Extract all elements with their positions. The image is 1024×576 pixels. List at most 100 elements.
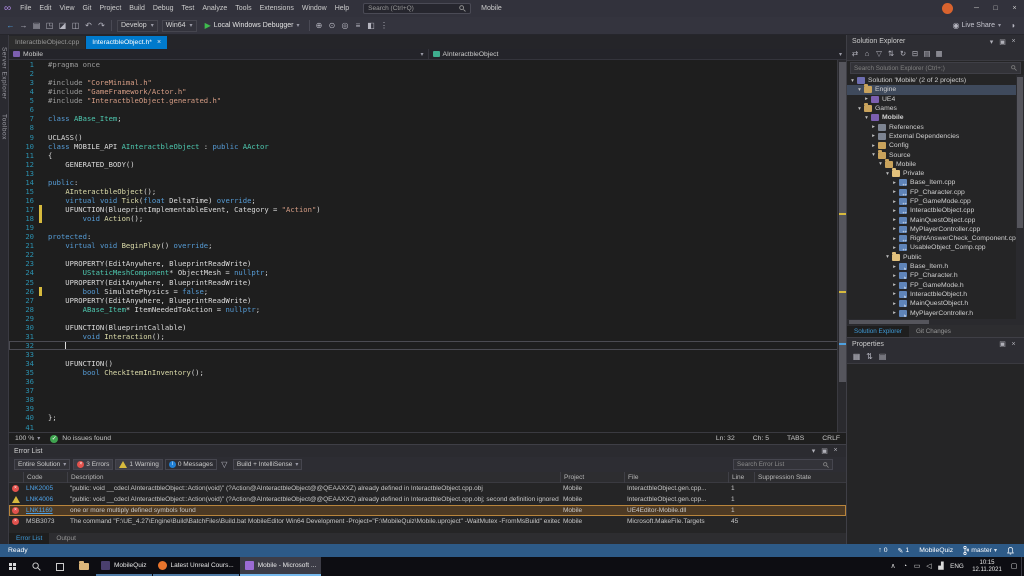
menu-tools[interactable]: Tools: [231, 0, 255, 17]
close-icon[interactable]: ×: [830, 447, 841, 455]
tool-tab-git-changes[interactable]: Git Changes: [909, 326, 958, 337]
code-line[interactable]: 6: [9, 105, 846, 114]
quick-search-box[interactable]: Search (Ctrl+Q): [363, 3, 471, 14]
close-button[interactable]: ×: [1005, 0, 1024, 17]
tool-tab-output[interactable]: Output: [49, 533, 83, 544]
source-dropdown[interactable]: Build + IntelliSense ▾: [233, 459, 302, 470]
menu-window[interactable]: Window: [298, 0, 331, 17]
tree-item-mobile[interactable]: ▾Mobile: [847, 113, 1024, 122]
tree-item-fp-character-cpp[interactable]: ▸FP_Character.cpp: [847, 188, 1024, 197]
filter-icon[interactable]: ▽: [218, 456, 231, 473]
code-line[interactable]: 36: [9, 377, 846, 386]
minimize-button[interactable]: ─: [967, 0, 986, 17]
code-line[interactable]: 23 UPROPERTY(EditAnywhere, BlueprintRead…: [9, 259, 846, 268]
expand-icon[interactable]: ▸: [891, 310, 898, 316]
code-line[interactable]: 19: [9, 223, 846, 232]
code-line[interactable]: 39: [9, 404, 846, 413]
menu-view[interactable]: View: [55, 0, 78, 17]
zoom-dropdown[interactable]: 100 % ▾: [15, 435, 40, 442]
live-share-button[interactable]: ◉ Live Share ▾: [951, 17, 1001, 34]
code-line[interactable]: 17 UFUNCTION(BlueprintImplementableEvent…: [9, 205, 846, 214]
action-center-button[interactable]: ▢: [1007, 557, 1021, 576]
document-tab-interactbleobject-h[interactable]: InteractbleObject.h*×: [86, 36, 167, 49]
close-icon[interactable]: ×: [157, 39, 161, 46]
expand-icon[interactable]: ▸: [870, 133, 877, 139]
error-row[interactable]: LNK4006"public: void __cdecl AInteractbl…: [9, 494, 846, 505]
expand-icon[interactable]: ▸: [891, 236, 898, 242]
expand-icon[interactable]: ▸: [891, 245, 898, 251]
code-line[interactable]: 15 AInteractbleObject();: [9, 187, 846, 196]
expand-icon[interactable]: ▸: [891, 282, 898, 288]
code-line[interactable]: 18 void Action();: [9, 214, 846, 223]
menu-git[interactable]: Git: [79, 0, 96, 17]
document-health-label[interactable]: No issues found: [62, 435, 111, 442]
menu-test[interactable]: Test: [178, 0, 199, 17]
tree-item-references[interactable]: ▸References: [847, 122, 1024, 131]
menu-edit[interactable]: Edit: [35, 0, 55, 17]
document-tab-interactbleobject-cpp[interactable]: InteractbleObject.cpp: [9, 36, 85, 49]
menu-file[interactable]: File: [16, 0, 35, 17]
code-line[interactable]: 37: [9, 386, 846, 395]
expand-icon[interactable]: ▸: [870, 124, 877, 130]
code-line[interactable]: 1#pragma once: [9, 60, 846, 69]
menu-build[interactable]: Build: [125, 0, 149, 17]
menu-analyze[interactable]: Analyze: [198, 0, 231, 17]
messages-filter-toggle[interactable]: i 0 Messages: [165, 459, 217, 470]
start-button[interactable]: [0, 557, 24, 576]
network-icon[interactable]: ▟: [935, 557, 947, 576]
column-file[interactable]: File: [624, 472, 728, 483]
scrollbar-thumb[interactable]: [849, 320, 929, 324]
code-line[interactable]: 26 bool SimulatePhysics = false;: [9, 287, 846, 296]
code-line[interactable]: 5#include "InteractbleObject.generated.h…: [9, 96, 846, 105]
tree-item-base-item-h[interactable]: ▸Base_Item.h: [847, 262, 1024, 271]
collapse-icon[interactable]: ▾: [877, 161, 884, 167]
error-list-search-box[interactable]: Search Error List: [733, 459, 833, 470]
expand-icon[interactable]: ▸: [891, 217, 898, 223]
scope-dropdown[interactable]: Entire Solution ▾: [14, 459, 70, 470]
editor-vertical-scrollbar[interactable]: [837, 60, 846, 432]
expand-icon[interactable]: ▸: [891, 273, 898, 279]
error-row[interactable]: LNK1169one or more multiply defined symb…: [9, 505, 846, 516]
tree-item-mobile[interactable]: ▾Mobile: [847, 160, 1024, 169]
menu-help[interactable]: Help: [331, 0, 353, 17]
file-explorer-button[interactable]: [72, 557, 96, 576]
code-line[interactable]: 8: [9, 123, 846, 132]
tree-item-fp-character-h[interactable]: ▸FP_Character.h: [847, 271, 1024, 280]
tree-item-usableobject-comp-cpp[interactable]: ▸UsableObject_Comp.cpp: [847, 243, 1024, 252]
solution-configurations-dropdown[interactable]: Develop ▾: [117, 20, 158, 32]
navigate-back-icon[interactable]: ←: [4, 17, 17, 34]
collapse-icon[interactable]: ▾: [884, 171, 891, 177]
pin-icon[interactable]: ▣: [997, 38, 1008, 46]
task-view-button[interactable]: [48, 557, 72, 576]
column-indicator[interactable]: Ch: 5: [753, 435, 769, 442]
start-debugging-button[interactable]: ▶ Local Windows Debugger ▾: [202, 19, 303, 32]
collapse-all-icon[interactable]: ⊟: [909, 48, 921, 60]
code-line[interactable]: 27 UPROPERTY(EditAnywhere, BlueprintRead…: [9, 296, 846, 305]
code-line[interactable]: 9UCLASS(): [9, 133, 846, 142]
expand-icon[interactable]: ▸: [891, 291, 898, 297]
collapse-icon[interactable]: ▾: [856, 106, 863, 112]
tree-item-source[interactable]: ▾Source: [847, 150, 1024, 159]
collapse-icon[interactable]: ▾: [849, 78, 856, 84]
code-line[interactable]: 2: [9, 69, 846, 78]
tree-item-fp-gamemode-h[interactable]: ▸FP_GameMode.h: [847, 281, 1024, 290]
pin-icon[interactable]: ▣: [819, 447, 830, 455]
expand-icon[interactable]: ▸: [891, 180, 898, 186]
pending-changes-filter-icon[interactable]: ▽: [873, 48, 885, 60]
tree-item-engine[interactable]: ▾Engine: [847, 85, 1024, 94]
switch-views-icon[interactable]: ⇄: [849, 48, 861, 60]
code-line[interactable]: 20protected:: [9, 232, 846, 241]
column-code[interactable]: Code: [23, 472, 67, 483]
code-editor[interactable]: 1#pragma once23#include "CoreMinimal.h"4…: [9, 60, 846, 432]
code-line[interactable]: 22: [9, 250, 846, 259]
expand-icon[interactable]: ▸: [891, 264, 898, 270]
line-ending-indicator[interactable]: CRLF: [822, 435, 840, 442]
project-dropdown[interactable]: Mobile ▾: [9, 49, 428, 59]
expand-icon[interactable]: ▸: [891, 208, 898, 214]
new-file-icon[interactable]: ▤: [30, 17, 43, 34]
expand-icon[interactable]: ▸: [891, 226, 898, 232]
tree-item-public[interactable]: ▾Public: [847, 253, 1024, 262]
home-icon[interactable]: ⌂: [861, 48, 873, 60]
taskbar-app-mobilequiz[interactable]: MobileQuiz: [96, 557, 152, 576]
attach-to-process-icon[interactable]: ⊕: [313, 17, 326, 34]
